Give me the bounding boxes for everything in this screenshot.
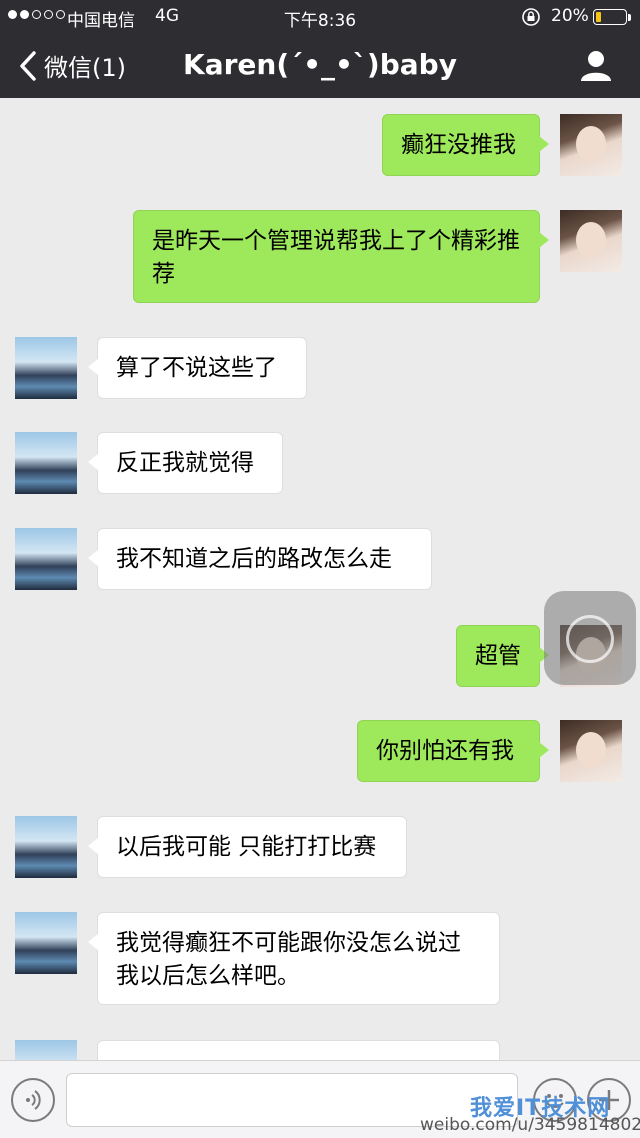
my-avatar[interactable] xyxy=(560,720,622,782)
message-text: 算了不说这些了 xyxy=(116,355,277,381)
contact-avatar[interactable] xyxy=(15,816,77,878)
nav-bar: 微信(1) Karen(ˊ•_•ˋ)baby xyxy=(0,34,640,98)
message-bubble-sent[interactable]: 是昨天一个管理说帮我上了个精彩推荐 xyxy=(133,210,549,303)
message-text: 癫狂没推我 xyxy=(401,132,516,158)
contact-avatar[interactable] xyxy=(15,337,77,399)
my-avatar[interactable] xyxy=(560,114,622,176)
contact-avatar[interactable] xyxy=(15,432,77,494)
battery-percent: 20% xyxy=(551,6,589,26)
message-bubble-received[interactable]: 以后我可能 只能打打比赛 xyxy=(88,816,407,878)
top-bar: 中国电信 4G 下午8:36 20% 微信(1) Karen(ˊ•_•ˋ)bab… xyxy=(0,0,640,98)
status-bar: 中国电信 4G 下午8:36 20% xyxy=(0,0,640,34)
message-text: 以后我可能 只能打打比赛 xyxy=(116,834,377,860)
chat-title: Karen(ˊ•_•ˋ)baby xyxy=(183,48,457,81)
battery-icon xyxy=(593,9,627,25)
message-text: 是昨天一个管理说帮我上了个精彩推荐 xyxy=(152,228,520,287)
voice-button[interactable] xyxy=(11,1078,55,1122)
message-bubble-received[interactable]: 我觉得癫狂不可能跟你没怎么说过我以后怎么样吧。 xyxy=(88,912,500,1005)
message-bubble-sent[interactable]: 超管 xyxy=(456,625,549,687)
message-text: 我觉得癫狂不可能跟你没怎么说过我以后怎么样吧。 xyxy=(116,930,461,989)
person-icon[interactable] xyxy=(578,48,614,84)
status-time: 下午8:36 xyxy=(283,11,357,31)
message-bubble-sent[interactable]: 癫狂没推我 xyxy=(382,114,549,176)
message-bubble-received[interactable]: 我不知道之后的路改怎么走 xyxy=(88,528,432,590)
message-text: 反正我就觉得 xyxy=(116,450,254,476)
rotation-lock-icon xyxy=(522,8,540,26)
voice-icon xyxy=(26,1090,41,1110)
contact-avatar[interactable] xyxy=(15,528,77,590)
message-text: 我不知道之后的路改怎么走 xyxy=(116,546,392,572)
message-bubble-received[interactable]: 反正我就觉得 xyxy=(88,432,283,494)
my-avatar[interactable] xyxy=(560,210,622,272)
message-bubble-received[interactable]: 算了不说这些了 xyxy=(88,337,307,399)
assistive-touch-button[interactable] xyxy=(544,591,636,685)
battery-tip xyxy=(628,14,631,21)
message-text: 超管 xyxy=(475,643,521,669)
message-text: 你别怕还有我 xyxy=(376,738,514,764)
message-bubble-sent[interactable]: 你别怕还有我 xyxy=(357,720,549,782)
watermark-weibo: weibo.com/u/3459814802 xyxy=(420,1115,640,1135)
contact-avatar[interactable] xyxy=(15,912,77,974)
